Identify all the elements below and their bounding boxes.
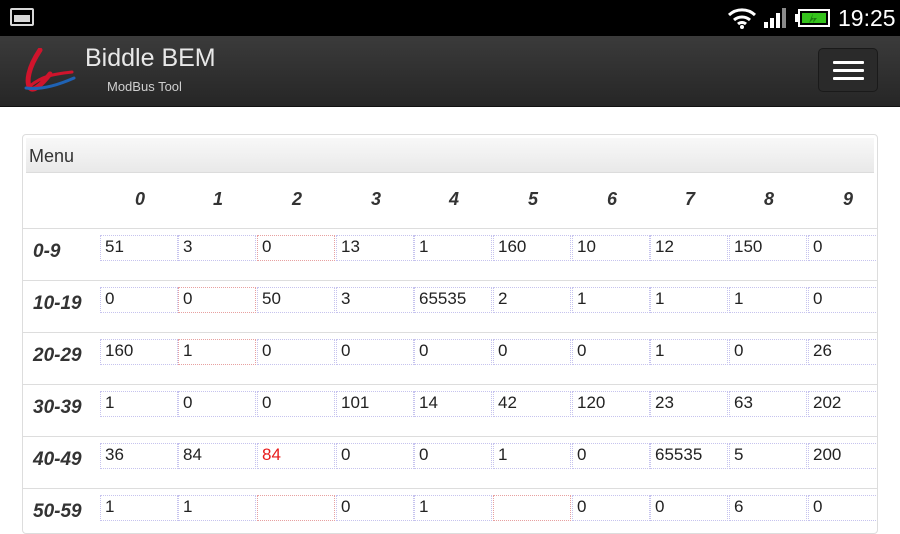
register-cell[interactable]: 0 (257, 339, 335, 365)
register-cell[interactable]: 1 (414, 235, 492, 261)
register-cell[interactable]: 0 (493, 339, 571, 365)
register-cell[interactable]: 84 (257, 443, 335, 469)
register-cell[interactable]: 26 (808, 339, 877, 365)
register-cell[interactable]: 0 (100, 287, 178, 313)
register-cell[interactable]: 1 (100, 391, 178, 417)
register-cell[interactable]: 65535 (650, 443, 728, 469)
register-cell[interactable] (493, 495, 571, 521)
register-cell[interactable]: 6 (729, 495, 807, 521)
register-cell[interactable]: 0 (257, 235, 335, 261)
row-label: 40-49 (33, 449, 82, 470)
register-cell[interactable]: 50 (257, 287, 335, 313)
register-cell[interactable]: 3 (178, 235, 256, 261)
register-cell[interactable]: 1 (650, 339, 728, 365)
register-cell[interactable]: 160 (493, 235, 571, 261)
register-cell[interactable]: 63 (729, 391, 807, 417)
row-label: 30-39 (33, 397, 82, 418)
row-label: 20-29 (33, 345, 82, 366)
register-cell[interactable]: 2 (493, 287, 571, 313)
register-cell[interactable]: 0 (257, 391, 335, 417)
register-cell[interactable]: 1 (729, 287, 807, 313)
row-label: 50-59 (33, 501, 82, 522)
register-cell[interactable]: 0 (336, 443, 414, 469)
register-cell[interactable]: 84 (178, 443, 256, 469)
register-cell[interactable]: 0 (178, 287, 256, 313)
register-cell[interactable]: 0 (808, 495, 877, 521)
register-cell[interactable]: 120 (572, 391, 650, 417)
register-cell[interactable]: 101 (336, 391, 414, 417)
app-title: Biddle BEM (85, 44, 216, 72)
column-header-7: 7 (684, 189, 695, 209)
register-cell[interactable]: 1 (414, 495, 492, 521)
register-cell[interactable]: 0 (572, 339, 650, 365)
app-header: Biddle BEM ModBus Tool (0, 36, 900, 107)
column-header-8: 8 (763, 189, 774, 209)
column-header-9: 9 (842, 189, 853, 209)
register-cell[interactable]: 202 (808, 391, 877, 417)
wifi-icon (727, 8, 757, 29)
row-separator (23, 436, 877, 437)
register-cell[interactable]: 0 (414, 443, 492, 469)
register-cell[interactable]: 0 (650, 495, 728, 521)
register-cell[interactable]: 0 (336, 495, 414, 521)
row-separator (23, 280, 877, 281)
register-cell[interactable]: 14 (414, 391, 492, 417)
register-cell[interactable]: 200 (808, 443, 877, 469)
row-separator (23, 228, 877, 229)
register-cell[interactable]: 1 (178, 495, 256, 521)
register-cell[interactable]: 42 (493, 391, 571, 417)
register-cell[interactable]: 12 (650, 235, 728, 261)
register-cell[interactable]: 1 (650, 287, 728, 313)
register-cell[interactable]: 1 (493, 443, 571, 469)
register-cell[interactable] (257, 495, 335, 521)
status-bar: 19:25 (0, 0, 900, 36)
register-cell[interactable]: 150 (729, 235, 807, 261)
row-label: 10-19 (33, 293, 82, 314)
panel-heading[interactable]: Menu (26, 138, 874, 173)
row-separator (23, 332, 877, 333)
register-cell[interactable]: 1 (178, 339, 256, 365)
register-cell[interactable]: 0 (336, 339, 414, 365)
register-cell[interactable]: 65535 (414, 287, 492, 313)
register-cell[interactable]: 0 (572, 443, 650, 469)
register-cell[interactable]: 0 (729, 339, 807, 365)
register-cell[interactable]: 1 (572, 287, 650, 313)
register-cell[interactable]: 0 (178, 391, 256, 417)
register-cell[interactable]: 160 (100, 339, 178, 365)
biddle-logo-icon[interactable] (20, 48, 76, 92)
column-header-2: 2 (291, 189, 302, 209)
app-subtitle: ModBus Tool (107, 79, 182, 94)
column-header-4: 4 (448, 189, 459, 209)
register-cell[interactable]: 36 (100, 443, 178, 469)
register-cell[interactable]: 0 (808, 235, 877, 261)
column-header-6: 6 (606, 189, 617, 209)
hamburger-menu-icon-bar (833, 69, 864, 72)
column-header-1: 1 (212, 189, 223, 209)
column-header-0: 0 (134, 189, 145, 209)
register-cell[interactable]: 5 (729, 443, 807, 469)
register-cell[interactable]: 0 (572, 495, 650, 521)
hamburger-menu-icon (833, 61, 864, 64)
register-cell[interactable]: 0 (808, 287, 877, 313)
signal-icon (764, 8, 786, 28)
hamburger-menu-icon-bar (833, 77, 864, 80)
screenshot-icon (10, 8, 34, 26)
hamburger-menu-button[interactable] (818, 48, 878, 92)
battery-charging-icon (795, 9, 830, 27)
row-separator (23, 384, 877, 385)
row-label: 0-9 (33, 241, 61, 262)
status-time: 19:25 (838, 5, 896, 31)
register-cell[interactable]: 0 (414, 339, 492, 365)
register-cell[interactable]: 13 (336, 235, 414, 261)
register-cell[interactable]: 1 (100, 495, 178, 521)
register-cell[interactable]: 51 (100, 235, 178, 261)
register-panel: Menu 0 1 2 3 4 5 6 7 8 9 0-9 51 3 0 13 1 160 10 12 150 0 10-1… (22, 134, 878, 534)
column-header-5: 5 (527, 189, 538, 209)
panel-heading-title: Menu (29, 146, 75, 166)
register-cell[interactable]: 10 (572, 235, 650, 261)
register-cell[interactable]: 23 (650, 391, 728, 417)
column-header-3: 3 (370, 189, 381, 209)
row-separator (23, 488, 877, 489)
register-cell[interactable]: 3 (336, 287, 414, 313)
